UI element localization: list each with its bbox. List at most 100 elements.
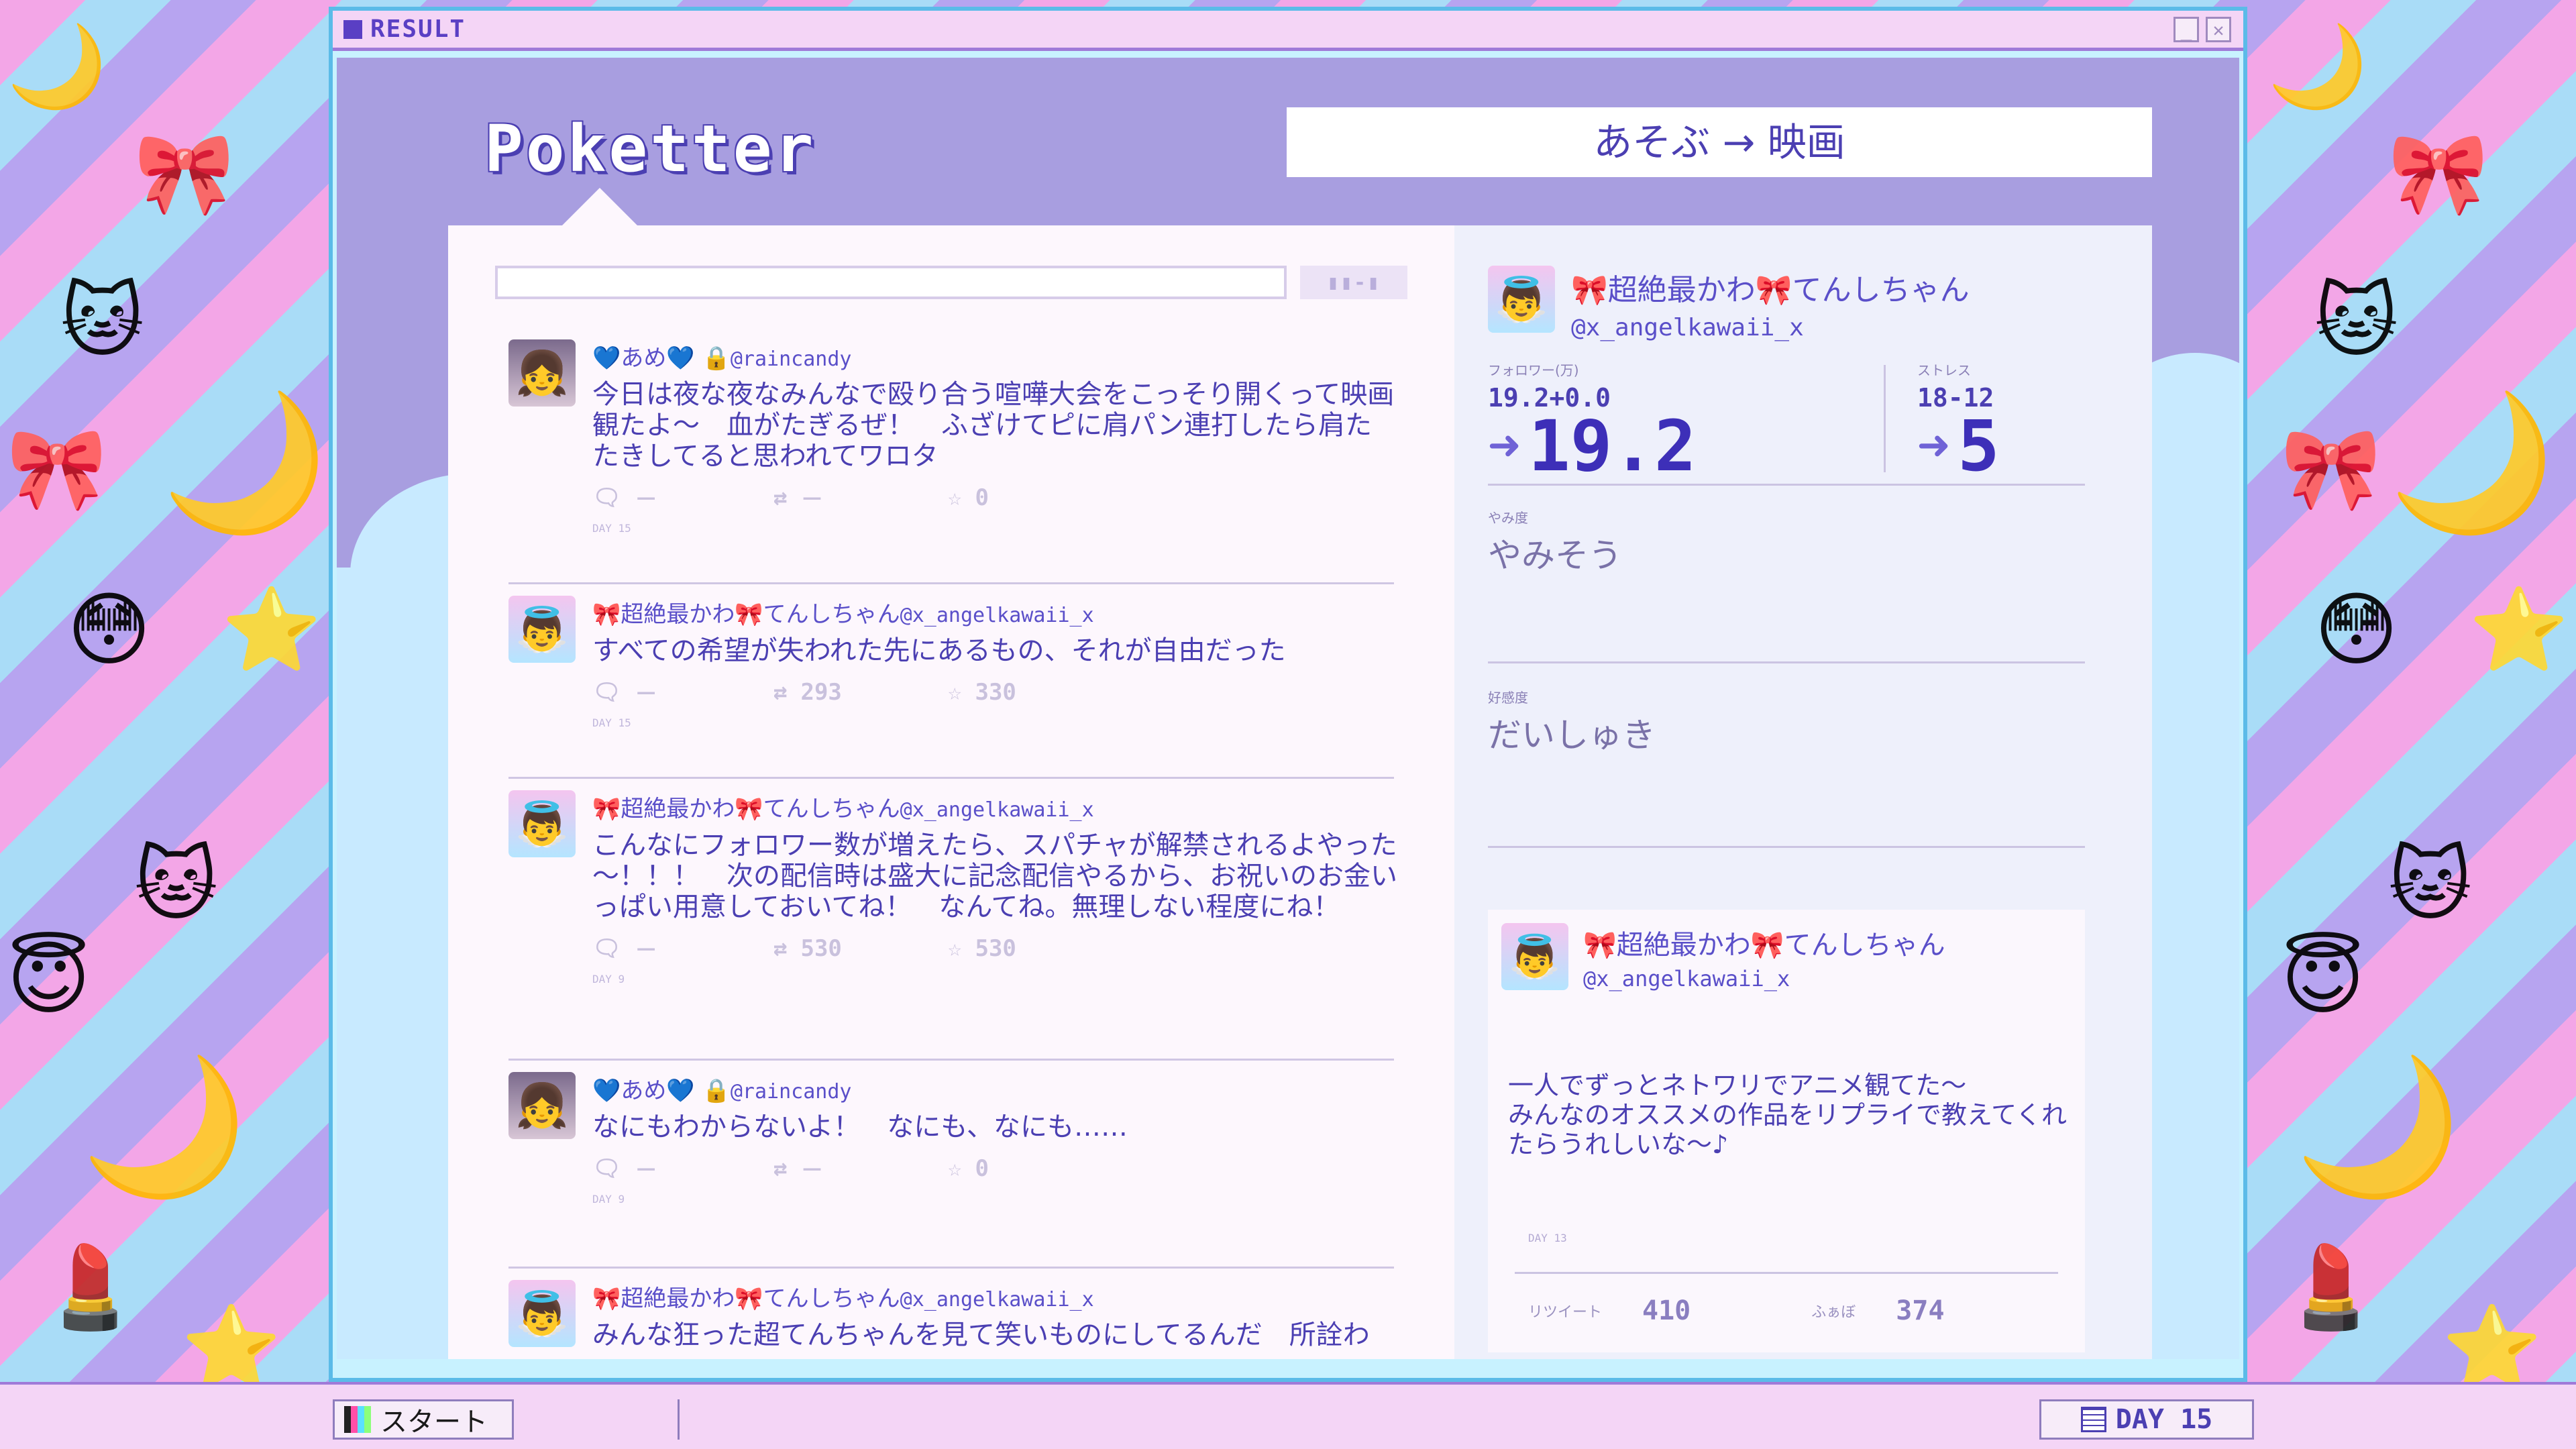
moon-decoration: 🌙 [2294, 1049, 2462, 1205]
tweet-body: 🎀超絶最かわ🎀てんしちゃん@x_angelkawaii_x すべての希望が失われ… [592, 596, 1394, 729]
star-decoration: ⭐ [221, 584, 322, 677]
divider [1488, 484, 2085, 486]
star-decoration: ⭐ [2469, 584, 2569, 677]
tweet-item[interactable]: 👧 💙あめ💙 🔒@raincandy 今日は夜な夜なみんなで殴り合う喧嘩大会をこ… [508, 339, 1394, 584]
profile-avatar: 👼 [1488, 266, 1555, 333]
taskbar: スタート DAY 15 [0, 1382, 2576, 1449]
reply-icon: 🗨 [592, 484, 622, 511]
lipstick-decoration: 💄 [40, 1241, 141, 1334]
reply-icon: 🗨 [592, 1155, 622, 1182]
tweet-author-handle: @x_angelkawaii_x [900, 798, 1094, 822]
close-button[interactable]: ✕ [2206, 16, 2231, 42]
moon-decoration: 🌙 [7, 20, 107, 113]
retweet-button[interactable]: ⇄ － [773, 1152, 948, 1185]
like-button[interactable]: ☆ 530 [948, 935, 1016, 962]
stat-divider [1884, 365, 1886, 472]
tweet-item[interactable]: 👧 💙あめ💙 🔒@raincandy なにもわからないよ！ なにも、なにも…… … [508, 1072, 1394, 1269]
tweet-author-name: 🎀超絶最かわ🎀てんしちゃん [592, 601, 900, 628]
retweet-icon: ⇄ [773, 1155, 788, 1182]
reply-button[interactable]: 🗨 － [592, 1152, 773, 1185]
tweet-day: DAY 9 [592, 973, 625, 985]
retweet-button[interactable]: ⇄ － [773, 481, 948, 514]
tweet-text: みんな狂った超てんちゃんを見て笑いものにしてるんだ 所詮わ [592, 1320, 1370, 1350]
window-title: RESULT [370, 15, 466, 43]
retweet-count: － [800, 486, 824, 513]
search-button[interactable]: ▮▮-▮ [1300, 266, 1407, 299]
divider [1488, 661, 2085, 663]
tweet-feed[interactable]: ▮▮-▮ 👧 💙あめ💙 🔒@raincandy 今日は夜な夜なみんなで殴り合う喧… [448, 225, 1454, 1359]
window-icon [343, 19, 362, 39]
window-titlebar[interactable]: RESULT _ ✕ [333, 11, 2243, 51]
profile-names: 🎀超絶最かわ🎀てんしちゃん @x_angelkawaii_x [1571, 266, 1970, 341]
lock-icon: 🔒 [702, 1077, 731, 1104]
affection-label: 好感度 [1488, 690, 1528, 706]
tweet-author-name: 🎀超絶最かわ🎀てんしちゃん [592, 796, 900, 822]
yami-value: やみそう [1488, 536, 1622, 575]
minimize-button[interactable]: _ [2174, 16, 2199, 42]
calendar-icon [2080, 1407, 2106, 1432]
star-icon: ☆ [948, 678, 962, 706]
reply-button[interactable]: 🗨 － [592, 481, 773, 514]
taskbar-slot[interactable] [530, 1399, 680, 1440]
followers-value-row: ➜ 19.2 [1488, 411, 1697, 481]
retweet-icon: ⇄ [773, 934, 788, 962]
tweet-actions: 🗨 － ⇄ － ☆ 0 [592, 481, 1394, 514]
tweet-actions: 🗨 － ⇄ 293 ☆ 330 [592, 676, 1394, 708]
result-window: RESULT _ ✕ Poketter あそぶ → 映画 ▮▮-▮ 👧 💙あめ💙… [329, 7, 2247, 1382]
tweet-text: 今日は夜な夜なみんなで殴り合う喧嘩大会をこっそり開くって映画観たよ～ 血がたぎる… [592, 379, 1395, 472]
breadcrumb: あそぶ → 映画 [1287, 107, 2152, 177]
day-label: DAY 15 [2115, 1404, 2213, 1435]
reply-button[interactable]: 🗨 － [592, 932, 773, 965]
search-row: ▮▮-▮ [495, 266, 1407, 299]
tweet-item[interactable]: 👼 🎀超絶最かわ🎀てんしちゃん@x_angelkawaii_x みんな狂った超て… [508, 1280, 1394, 1359]
search-input[interactable] [495, 266, 1287, 299]
followers-stat: フォロワー(万) 19.2+0.0 ➜ 19.2 [1488, 360, 1697, 481]
featured-avatar: 👼 [1501, 923, 1568, 990]
start-icon [344, 1406, 371, 1433]
tweet-header: 🎀超絶最かわ🎀てんしちゃん@x_angelkawaii_x [592, 1280, 1394, 1313]
like-count: 330 [975, 678, 1016, 706]
star-icon: ☆ [948, 934, 962, 962]
tweet-body: 🎀超絶最かわ🎀てんしちゃん@x_angelkawaii_x こんなにフォロワー数… [592, 790, 1397, 985]
day-indicator[interactable]: DAY 15 [2039, 1399, 2254, 1440]
retweet-button[interactable]: ⇄ 293 [773, 679, 948, 706]
reply-button[interactable]: 🗨 － [592, 676, 773, 708]
cat-decoration: 🐱 [2314, 275, 2399, 368]
reply-count: － [635, 486, 658, 513]
reply-icon: 🗨 [592, 678, 622, 706]
featured-handle: @x_angelkawaii_x [1583, 966, 1790, 991]
cat-decoration: 🐱 [60, 275, 145, 368]
tweet-author-handle: @raincandy [730, 1080, 852, 1104]
featured-like-label: ふぁぼ [1811, 1304, 1856, 1321]
profile-handle: @x_angelkawaii_x [1571, 314, 1804, 341]
tweet-item[interactable]: 👼 🎀超絶最かわ🎀てんしちゃん@x_angelkawaii_x すべての希望が失… [508, 596, 1394, 779]
like-button[interactable]: ☆ 330 [948, 679, 1016, 706]
start-label: スタート [380, 1407, 488, 1438]
star-icon: ☆ [948, 484, 962, 511]
lock-icon: 🔒 [702, 345, 731, 372]
tweet-body: 💙あめ💙 🔒@raincandy なにもわからないよ！ なにも、なにも…… 🗨 －… [592, 1072, 1394, 1205]
profile-sidebar: 👼 🎀超絶最かわ🎀てんしちゃん @x_angelkawaii_x フォロワー(万… [1454, 225, 2152, 1359]
avatar: 👼 [508, 1280, 576, 1347]
stress-stat: ストレス 18-12 ➜ 5 [1917, 360, 2000, 481]
retweet-button[interactable]: ⇄ 530 [773, 935, 948, 962]
like-button[interactable]: ☆ 0 [948, 484, 989, 511]
tweet-body: 💙あめ💙 🔒@raincandy 今日は夜な夜なみんなで殴り合う喧嘩大会をこっそ… [592, 339, 1394, 535]
tweet-text: こんなにフォロワー数が増えたら、スパチャが解禁されるよやった～！！！ 次の配信時… [592, 830, 1397, 922]
yami-label: やみ度 [1488, 510, 1528, 526]
tweet-item[interactable]: 👼 🎀超絶最かわ🎀てんしちゃん@x_angelkawaii_x こんなにフォロワ… [508, 790, 1397, 1061]
like-count: 0 [975, 484, 989, 511]
featured-tweet-card[interactable]: 👼 🎀超絶最かわ🎀てんしちゃん @x_angelkawaii_x 一人でずっとネ… [1488, 910, 2085, 1352]
featured-name: 🎀超絶最かわ🎀てんしちゃん [1583, 930, 1945, 961]
like-button[interactable]: ☆ 0 [948, 1155, 989, 1182]
start-button[interactable]: スタート [333, 1399, 514, 1440]
arrow-right-icon: ➜ [1917, 415, 1950, 477]
tweet-day: DAY 15 [592, 716, 631, 729]
featured-names: 🎀超絶最かわ🎀てんしちゃん @x_angelkawaii_x [1583, 923, 1945, 991]
poketter-app: Poketter あそぶ → 映画 ▮▮-▮ 👧 💙あめ💙 🔒@raincand… [337, 58, 2239, 1359]
moon-decoration: 🌙 [2388, 384, 2556, 541]
star-decoration: ⭐ [2442, 1301, 2542, 1395]
featured-header: 👼 🎀超絶最かわ🎀てんしちゃん @x_angelkawaii_x [1501, 923, 1945, 991]
reply-icon: 🗨 [592, 934, 622, 962]
ribbon-decoration: 🎀 [2281, 423, 2381, 516]
